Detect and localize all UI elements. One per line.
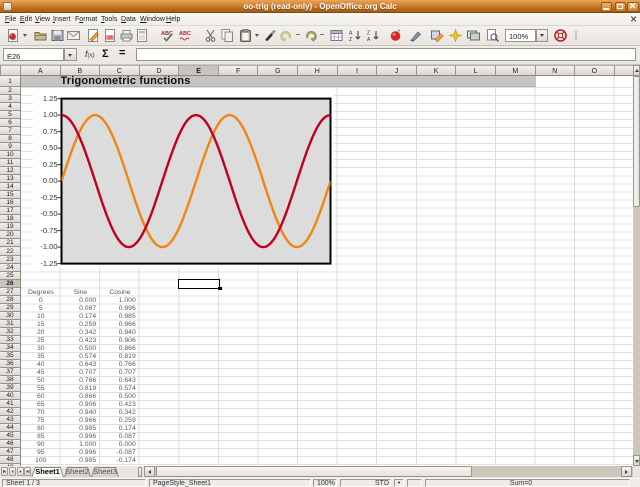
- svg-text:A: A: [367, 37, 371, 42]
- svg-text:Z: Z: [367, 31, 370, 37]
- svg-text:Z: Z: [349, 37, 352, 42]
- svg-text:ABC: ABC: [179, 31, 191, 37]
- svg-text:A: A: [349, 31, 353, 37]
- svg-text:PDF: PDF: [107, 36, 114, 40]
